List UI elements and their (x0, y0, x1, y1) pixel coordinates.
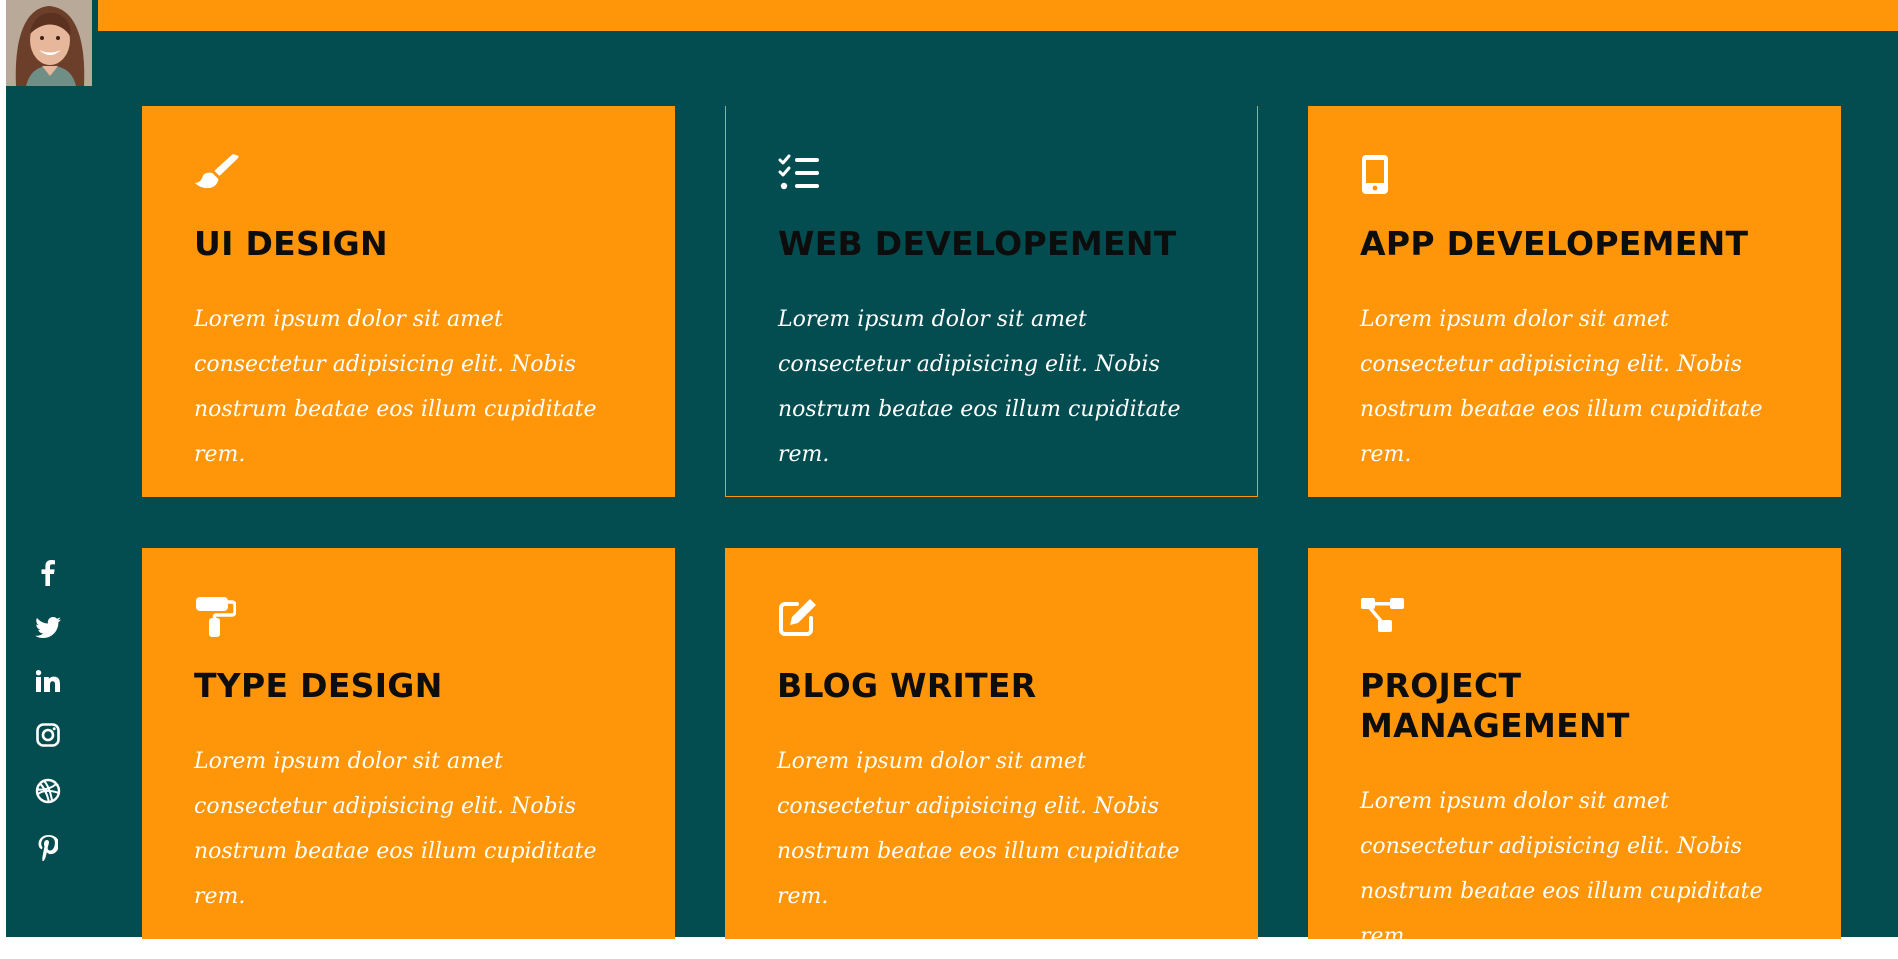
service-card-blog-writer[interactable]: BLOG WRITER Lorem ipsum dolor sit amet c… (725, 548, 1258, 939)
paint-brush-icon (194, 154, 623, 196)
profile-photo (6, 0, 92, 86)
service-title: APP DEVELOPEMENT (1360, 224, 1749, 263)
service-card-type-design[interactable]: TYPE DESIGN Lorem ipsum dolor sit amet c… (142, 548, 675, 939)
instagram-icon[interactable] (36, 723, 60, 747)
service-description: Lorem ipsum dolor sit amet consectetur a… (1360, 307, 1763, 467)
tasks-list-icon (778, 154, 1205, 196)
dribbble-icon[interactable] (35, 778, 61, 804)
services-grid: UI DESIGN Lorem ipsum dolor sit amet con… (142, 106, 1841, 949)
project-diagram-icon (1360, 596, 1789, 638)
service-description: Lorem ipsum dolor sit amet consectetur a… (194, 307, 597, 467)
top-bar (98, 0, 1898, 31)
service-title: UI DESIGN (194, 224, 388, 263)
service-card-ui-design[interactable]: UI DESIGN Lorem ipsum dolor sit amet con… (142, 106, 675, 497)
facebook-icon[interactable] (41, 560, 55, 586)
social-links (30, 560, 66, 861)
service-title: PROJECT MANAGEMENT (1360, 666, 1630, 745)
service-description: Lorem ipsum dolor sit amet consectetur a… (194, 749, 597, 909)
mobile-phone-icon (1360, 154, 1789, 196)
service-card-app-developement[interactable]: APP DEVELOPEMENT Lorem ipsum dolor sit a… (1308, 106, 1841, 497)
pinterest-icon[interactable] (38, 835, 58, 861)
service-description: Lorem ipsum dolor sit amet consectetur a… (778, 307, 1181, 467)
service-description: Lorem ipsum dolor sit amet consectetur a… (1360, 789, 1763, 949)
service-title: TYPE DESIGN (194, 666, 443, 705)
service-title: BLOG WRITER (777, 666, 1037, 705)
service-card-project-management[interactable]: PROJECT MANAGEMENT Lorem ipsum dolor sit… (1308, 548, 1841, 949)
linkedin-icon[interactable] (36, 670, 60, 692)
edit-icon (777, 596, 1206, 638)
avatar[interactable] (6, 0, 92, 86)
paint-roller-icon (194, 596, 623, 638)
twitter-icon[interactable] (35, 617, 61, 639)
service-card-web-developement[interactable]: WEB DEVELOPEMENT Lorem ipsum dolor sit a… (725, 106, 1258, 497)
service-description: Lorem ipsum dolor sit amet consectetur a… (777, 749, 1180, 909)
service-title: WEB DEVELOPEMENT (778, 224, 1177, 263)
